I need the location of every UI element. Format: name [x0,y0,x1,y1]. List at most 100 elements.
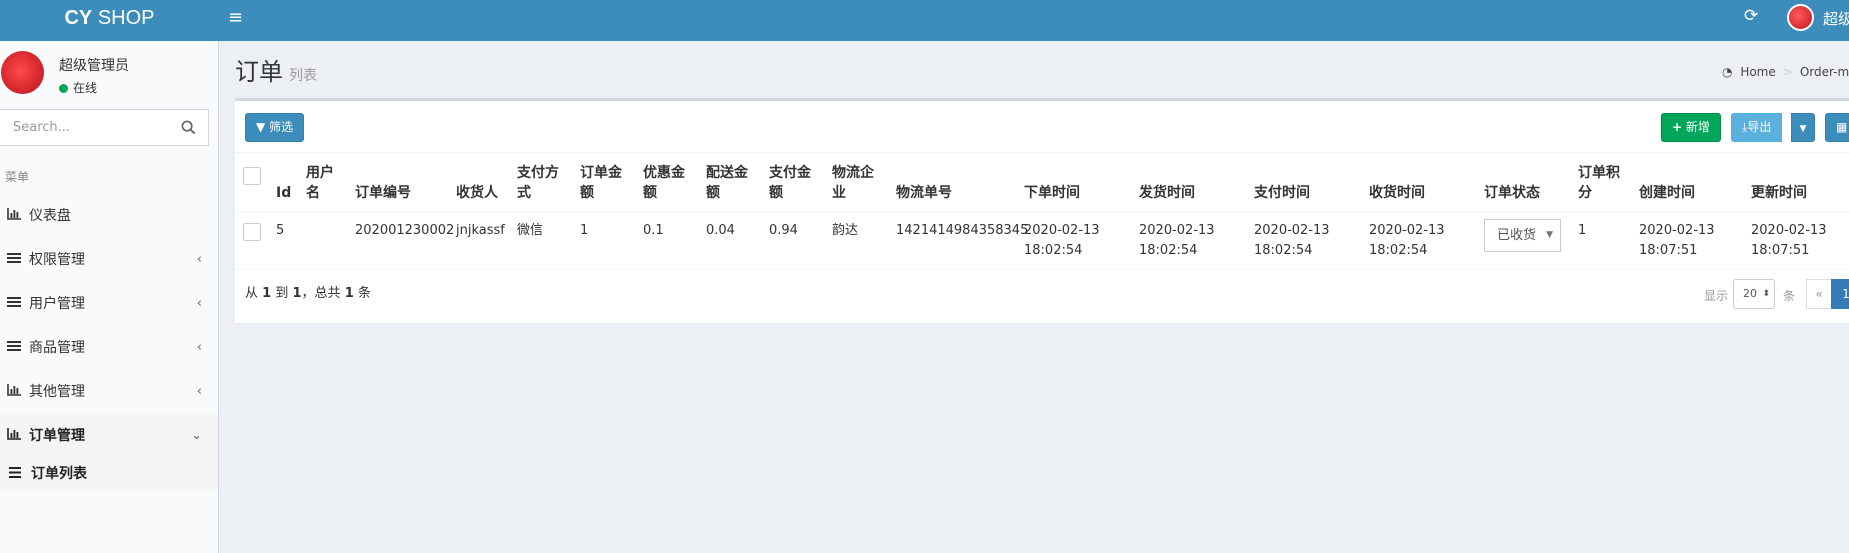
search-icon[interactable] [181,120,196,135]
breadcrumb: ◔ Home > Order-mas [1722,65,1849,79]
cell-ship-time: 2020-02-13 18:02:54 [1139,223,1215,258]
bar-chart-icon [7,194,23,238]
menu-header: 菜单 [5,170,30,184]
search-input[interactable] [0,110,169,145]
page-size-unit: 条 [1783,289,1796,303]
logo[interactable]: CY SHOP [0,0,219,41]
content-header: 订单 列表 [235,52,317,87]
cell-pay-method: 微信 [517,223,544,238]
sidebar-item-label: 商品管理 [29,340,85,356]
column-header-username[interactable]: 用户 名 [306,163,334,203]
chevron-down-icon: ⌄ [191,428,202,443]
column-header-id[interactable]: Id [276,183,291,203]
top-navbar: CY SHOP ≡ ⟳ 超级 [0,0,1849,41]
sidebar-subitem-label: 订单列表 [31,466,87,482]
summary-end: 1 [292,286,302,301]
column-header-ship-time[interactable]: 发货时间 [1139,183,1195,203]
chevron-left-icon: ‹ [196,340,202,355]
column-header-paid[interactable]: 支付金 额 [769,163,811,203]
column-header-receiver[interactable]: 收货人 [456,183,498,203]
add-button[interactable]: + 新增 [1661,113,1721,142]
cell-logistics-company: 韵达 [832,223,859,238]
cell-discount: 0.1 [643,223,664,238]
column-header-updated[interactable]: 更新时间 [1751,183,1807,203]
caret-updown-icon: ⬍ [1762,289,1770,299]
caret-down-icon: ▼ [1799,124,1807,134]
sidebar-search [0,109,209,146]
select-all-checkbox[interactable] [243,167,261,185]
bar-chart-icon [7,370,23,414]
caret-down-icon: ▼ [1546,230,1553,240]
filter-button[interactable]: ▼ 筛选 [245,113,305,142]
online-dot-icon [59,84,68,93]
dashboard-icon: ◔ [1722,65,1733,79]
cell-id: 5 [276,223,285,238]
logo-bold: CY [64,7,93,29]
column-header-points[interactable]: 订单积 分 [1578,163,1620,203]
column-header-pay-method[interactable]: 支付方 式 [517,163,559,203]
column-header-pay-time[interactable]: 支付时间 [1254,183,1310,203]
add-label: 新增 [1685,120,1710,134]
sidebar-user-status: 在线 [59,79,97,96]
prev-page-button[interactable]: « [1806,279,1832,309]
divider [235,211,1849,212]
page-size-value: 20 [1743,287,1757,300]
sidebar-item-other[interactable]: 其他管理 ‹ [0,370,218,414]
sidebar-item-products[interactable]: 商品管理 ‹ [0,326,218,370]
current-page-button[interactable]: 1 [1831,279,1849,309]
column-header-status[interactable]: 订单状态 [1484,183,1540,203]
sidebar-item-users[interactable]: 用户管理 ‹ [0,282,218,326]
status-value: 已收货 [1497,228,1537,243]
column-header-order-no[interactable]: 订单编号 [355,183,411,203]
sidebar-item-label: 仪表盘 [29,208,71,224]
column-header-created[interactable]: 创建时间 [1639,183,1695,203]
sidebar-item-label: 用户管理 [29,296,85,312]
cell-order-amount: 1 [580,223,589,238]
column-header-discount[interactable]: 优惠金 额 [643,163,685,203]
refresh-icon[interactable]: ⟳ [1744,6,1758,26]
sidebar-item-permissions[interactable]: 权限管理 ‹ [0,238,218,282]
menu-toggle-icon[interactable]: ≡ [228,7,243,28]
cell-created: 2020-02-13 18:07:51 [1639,223,1715,258]
column-header-receive-time[interactable]: 收货时间 [1369,183,1425,203]
cell-order-time: 2020-02-13 18:02:54 [1024,223,1100,258]
column-header-order-amount[interactable]: 订单金 额 [580,163,622,203]
summary-text: 到 [275,286,289,301]
list-icon [7,282,23,326]
column-header-order-time[interactable]: 下单时间 [1024,183,1080,203]
status-label: 在线 [73,81,98,95]
page-size-select[interactable]: 20 ⬍ [1733,279,1775,309]
summary-text: ，总共 [301,286,341,301]
breadcrumb-home[interactable]: Home [1740,65,1775,79]
order-status-select[interactable]: 已收货 ▼ [1484,219,1561,252]
row-checkbox[interactable] [243,223,261,241]
sidebar-item-dashboard[interactable]: 仪表盘 [0,194,218,238]
page-size-label: 显示 [1704,289,1729,303]
divider [235,152,1849,153]
export-dropdown-button[interactable]: ▼ [1791,113,1815,142]
bar-chart-icon [7,414,23,458]
export-button[interactable]: ⤓导出 [1731,113,1783,142]
column-header-logistics-company[interactable]: 物流企 业 [832,163,874,203]
column-header-tracking-no[interactable]: 物流单号 [896,183,952,203]
top-user-name[interactable]: 超级 [1823,8,1849,29]
sidebar-item-label: 其他管理 [29,384,85,400]
page-subtitle: 列表 [289,68,317,84]
columns-button[interactable]: ▦ [1825,113,1849,142]
summary-text: 条 [357,286,371,301]
list-icon [7,326,23,370]
page-title: 订单 [235,58,283,86]
list-icon [7,238,23,282]
summary-text: 从 [245,286,259,301]
sidebar-item-orders[interactable]: 订单管理 ⌄ [0,414,218,458]
sidebar-subitem-order-list[interactable]: 订单列表 [0,458,218,490]
list-icon [9,458,23,490]
column-header-shipping[interactable]: 配送金 额 [706,163,748,203]
avatar[interactable] [1787,4,1814,31]
filter-icon: ▼ [256,120,266,134]
cell-receiver: jnjkassf [456,223,505,238]
pagination-summary: 从 1 到 1，总共 1 条 [245,282,371,301]
summary-start: 1 [262,286,272,301]
breadcrumb-current: Order-mas [1799,65,1849,79]
sidebar-user-name: 超级管理员 [59,58,129,74]
